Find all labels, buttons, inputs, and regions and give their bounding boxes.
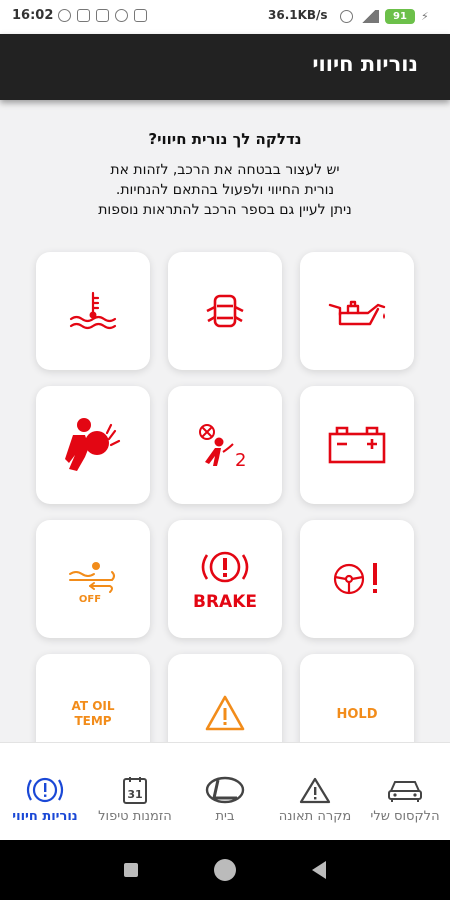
warning-lights-list[interactable]: נדלקה לך נורית חיווי? יש לעצור בבטחה את … [0, 100, 450, 742]
warning-light-icon [25, 773, 65, 807]
laptop-icon [134, 9, 147, 22]
recent-apps-button[interactable] [124, 863, 138, 877]
intro-text: יש לעצור בבטחה את הרכב, לזהות את נורית ה… [20, 160, 430, 220]
brake-warning-icon: BRAKE [193, 551, 257, 611]
passenger-airbag-off-card[interactable]: 2 [168, 386, 282, 504]
nav-home[interactable]: בית [180, 743, 270, 841]
nav-label: מקרה תאונה [278, 809, 352, 824]
airbag-card[interactable] [36, 386, 150, 504]
notification-icon [58, 9, 71, 22]
power-steering-icon [333, 563, 377, 595]
nav-label: בית [215, 809, 235, 824]
nav-label: הלקסוס שלי [370, 809, 440, 824]
charging-icon: ⚡ [421, 10, 429, 23]
battery-card[interactable] [300, 386, 414, 504]
lexus-logo-icon [205, 773, 245, 807]
brake-warning-card[interactable]: BRAKE [168, 520, 282, 638]
auto-hold-card[interactable]: HOLD [300, 654, 414, 742]
nav-label: נוריות חיווי [12, 809, 78, 824]
intro-line: ניתן לעיין גם בספר הרכב להתראות נוספות [98, 202, 352, 218]
coolant-temperature-icon [69, 291, 117, 330]
master-warning-card[interactable] [168, 654, 282, 742]
oil-pressure-icon [328, 300, 386, 326]
nav-label: הזמנות טיפול [98, 809, 172, 824]
door-open-card[interactable] [168, 252, 282, 370]
off-label: OFF [79, 594, 101, 604]
coolant-temperature-card[interactable] [36, 252, 150, 370]
signal-icon [359, 10, 379, 23]
door-open-icon [206, 294, 244, 328]
app-icon [96, 9, 109, 22]
bottom-navigation: הלקסוס שלי מקרה תאונה בית 31 הזמנות טיפו… [0, 742, 450, 840]
oil-pressure-card[interactable] [300, 252, 414, 370]
at-oil-temp-card[interactable]: AT OIL TEMP [36, 654, 150, 742]
alarm-icon [340, 10, 353, 23]
nav-warning-lights[interactable]: נוריות חיווי [0, 743, 90, 841]
passenger-airbag-off-icon: 2 [199, 424, 246, 468]
battery-icon [328, 426, 386, 464]
hold-label: HOLD [336, 707, 377, 722]
home-button[interactable] [214, 859, 236, 881]
notification-icon [115, 9, 128, 22]
car-icon [385, 773, 425, 807]
nav-accident[interactable]: מקרה תאונה [270, 743, 360, 841]
nav-service-booking[interactable]: 31 הזמנות טיפול [90, 743, 180, 841]
calendar-icon: 31 [115, 773, 155, 807]
notification-icons [58, 9, 147, 22]
battery-icon: 91 [385, 9, 415, 24]
at-oil-temp-icon: AT OIL TEMP [71, 699, 114, 728]
page-title: נוריות חיווי [312, 52, 418, 76]
nav-my-lexus[interactable]: הלקסוס שלי [360, 743, 450, 841]
intro-line: יש לעצור בבטחה את הרכב, לזהות את [110, 162, 340, 178]
status-time: 16:02 [12, 8, 54, 23]
notification-icon [77, 9, 90, 22]
power-steering-card[interactable] [300, 520, 414, 638]
master-warning-icon [205, 695, 245, 731]
back-button[interactable] [312, 861, 326, 879]
intro-heading: נדלקה לך נורית חיווי? [148, 130, 302, 148]
brake-label: BRAKE [193, 592, 257, 611]
airbag-icon [65, 418, 121, 471]
network-speed: 36.1KB/s [268, 8, 328, 22]
app-bar: נוריות חיווי [0, 34, 450, 100]
at-oil-label: AT OIL [71, 699, 114, 713]
intro-line: נורית החיווי ולפעול בהתאם להנחיות. [115, 182, 335, 198]
sunroof-off-icon: OFF [69, 562, 115, 604]
temp-label: TEMP [74, 714, 111, 728]
status-bar: 16:02 36.1KB/s 91 ⚡ [0, 0, 450, 34]
airbag-number: 2 [235, 450, 246, 468]
system-icons: 91 ⚡ [340, 9, 429, 24]
calendar-day: 31 [127, 788, 142, 801]
sunroof-off-card[interactable]: OFF [36, 520, 150, 638]
warning-triangle-icon [295, 773, 335, 807]
auto-hold-icon: HOLD [336, 707, 377, 722]
system-navigation-bar [0, 840, 450, 900]
